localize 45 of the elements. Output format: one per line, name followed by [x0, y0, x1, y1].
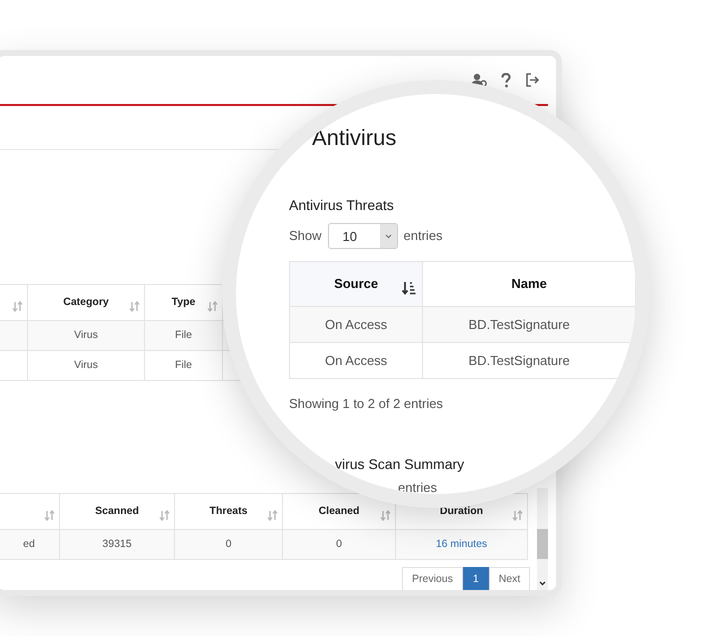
scrollbar[interactable]	[537, 488, 548, 590]
column-header[interactable]: Threats	[210, 504, 248, 517]
table-cell-text: On Access	[325, 316, 388, 332]
page-button[interactable]: Previous	[402, 567, 463, 590]
table-cell-text: BD.TestSignature	[468, 316, 570, 332]
table-cell-text: BD.TestSignature	[468, 352, 570, 368]
sort-icon[interactable]	[44, 510, 55, 521]
column-header[interactable]: Duration	[440, 504, 484, 517]
table-cell-text: 0	[336, 538, 342, 550]
table-cell-text: File	[175, 328, 192, 341]
sort-icon[interactable]	[512, 510, 523, 521]
column-header[interactable]: Type	[172, 296, 196, 308]
table-cell-text: File	[175, 358, 192, 371]
sort-icon[interactable]	[12, 301, 23, 312]
column-header[interactable]: Scanned	[95, 504, 139, 517]
section-heading: virus Scan Summary	[335, 454, 466, 474]
scroll-down-icon[interactable]	[539, 581, 546, 586]
sort-icon[interactable]	[380, 510, 391, 521]
table-cell-text: Virus	[74, 328, 98, 341]
sign-out-icon[interactable]	[525, 73, 540, 87]
page-size-select[interactable]: 10	[328, 223, 398, 249]
caret-icon	[384, 234, 392, 238]
column-header[interactable]: Source	[290, 262, 423, 306]
table-cell-text: 39315	[102, 538, 132, 550]
table-info-text: Showing 1 to 2 of 2 entries	[289, 395, 444, 413]
sort-ascending-icon[interactable]	[402, 281, 416, 295]
column-header[interactable]: Cleaned	[318, 504, 360, 517]
page-button[interactable]: Next	[488, 567, 530, 590]
table-cell-text: On Access	[325, 352, 388, 368]
table-cell-text: 0	[226, 538, 232, 550]
sort-icon[interactable]	[207, 301, 218, 312]
entries-label: entries	[404, 227, 443, 246]
page-button[interactable]: 1	[462, 567, 489, 590]
page-title: Antivirus	[312, 124, 398, 152]
sort-icon[interactable]	[129, 301, 140, 312]
sort-icon[interactable]	[159, 510, 170, 521]
table-cell-text: ed	[23, 538, 35, 550]
duration-link[interactable]: 16 minutes	[436, 538, 488, 550]
sort-icon[interactable]	[267, 510, 278, 521]
section-heading: Antivirus Threats	[289, 196, 395, 215]
show-label: Show	[289, 227, 322, 246]
column-header[interactable]: Category	[63, 296, 109, 308]
table-cell-text: Virus	[74, 358, 98, 371]
entries-label: entries	[398, 478, 438, 494]
help-icon[interactable]	[501, 72, 511, 88]
